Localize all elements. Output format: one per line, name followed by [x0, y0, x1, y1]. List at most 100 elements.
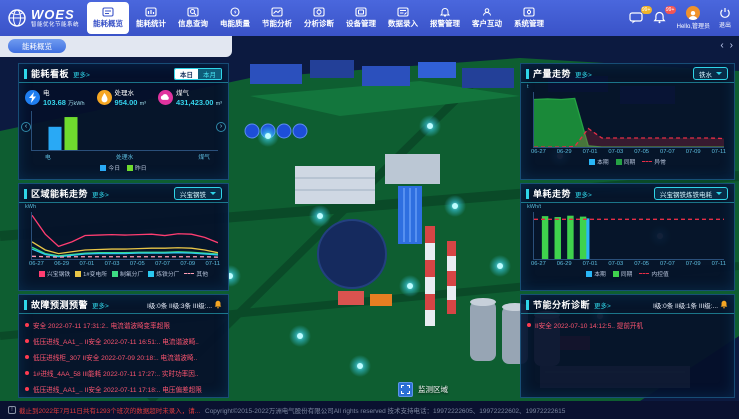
brand-subtitle: 智能优化节能系统 — [31, 23, 79, 29]
metric-gas: 煤气 431,423.00 m³ — [158, 87, 222, 107]
more-link[interactable]: 更多> — [73, 69, 90, 79]
region-trend-panel: 区域能耗走势 更多> 兴宝钢铁 kWh 06-2706-2907-0107-03… — [18, 183, 229, 291]
production-trend-panel: 产量走势 更多> 铁水 t 06-2706-2907-0107-0307-050… — [520, 63, 735, 180]
map-marker[interactable] — [444, 195, 466, 217]
nav-item-energy-stats[interactable]: 能耗统计 — [130, 0, 172, 36]
map-marker[interactable] — [309, 205, 331, 227]
toggle-day[interactable]: 本日 — [175, 69, 198, 79]
alarm-bell-icon — [214, 300, 222, 309]
chart-prev-icon[interactable]: ‹ — [21, 122, 31, 132]
alarm-dot — [527, 323, 531, 327]
panel-title: 单耗走势 — [533, 187, 571, 200]
diagnosis-list: II安全 2022-07-10 14:12:5.. 提前开机 — [521, 314, 734, 336]
panel-title: 节能分析诊断 — [533, 298, 590, 311]
avatar — [686, 6, 700, 20]
footer-copyright: Copyright©2015-2022万洲电气股份有限公司All rights … — [205, 405, 565, 415]
metric-water: 处理水 954.00 m³ — [97, 87, 146, 107]
alerts-button[interactable]: 99+ — [653, 11, 668, 25]
map-marker[interactable] — [289, 325, 311, 347]
carousel-next-icon[interactable]: › — [730, 41, 733, 51]
top-nav: WOES 智能优化节能系统 能耗概览 能耗统计 信息查询 电能质量 节能分析 分… — [0, 0, 739, 36]
status-bar: ! 截止到2022年7月11日共有1293个班次的数据超时未录入，请... Co… — [0, 401, 739, 419]
nav-item-power-quality[interactable]: 电能质量 — [214, 0, 256, 36]
product-select[interactable]: 铁水 — [693, 67, 728, 80]
map-marker[interactable] — [399, 275, 421, 297]
more-link[interactable]: 更多> — [575, 189, 592, 199]
more-link[interactable]: 更多> — [575, 69, 592, 79]
fullscreen-button[interactable] — [398, 382, 413, 397]
y-axis-label: kWh/t — [521, 203, 734, 210]
user-menu[interactable]: Hello,管理员 — [677, 6, 710, 30]
panel-title: 能耗看板 — [31, 67, 69, 80]
alarm-bell-icon — [720, 300, 728, 309]
unit-chart-xaxis: 06-2706-2907-0107-0307-0507-0707-0907-11 — [521, 260, 734, 267]
water-icon — [97, 90, 112, 105]
notice-icon: ! — [8, 406, 16, 414]
power-quality-icon — [229, 7, 241, 17]
region-select[interactable]: 兴宝钢铁 — [174, 187, 222, 200]
nav-item-data-entry[interactable]: 数据录入 — [382, 0, 424, 36]
alarm-item[interactable]: 低压进线柜_307 II安全 2022-07-09 20:18:.. 电流谐波畸… — [25, 349, 222, 365]
nav-item-system[interactable]: 系统管理 — [508, 0, 550, 36]
alarm-item[interactable]: 1#进线_4AA_58 III能耗 2022-07-11 17:27:.. 实时… — [25, 365, 222, 381]
overview-icon — [102, 7, 114, 17]
energy-chart-categories: 电处理水煤气 — [19, 151, 228, 161]
electric-icon — [25, 90, 40, 105]
map-marker[interactable] — [489, 255, 511, 277]
map-marker[interactable] — [349, 355, 371, 377]
unit-metric-select[interactable]: 兴宝钢铁炼铁电耗 — [654, 187, 728, 200]
chevron-down-icon — [716, 72, 722, 75]
nav-item-overview[interactable]: 能耗概览 — [87, 2, 129, 34]
nav-item-customer[interactable]: 客户互动 — [466, 0, 508, 36]
brand-logo: WOES 智能优化节能系统 — [0, 8, 86, 29]
alarm-item[interactable]: 低压进线_AA1_.. II安全 2022-07-11 17:18:.. 电压偏… — [25, 381, 222, 397]
gas-icon — [158, 90, 173, 105]
energy-stats-icon — [145, 7, 157, 17]
map-area-label: 监测区域 — [418, 384, 448, 395]
saving-analysis-icon — [271, 7, 283, 17]
alarm-item[interactable]: II安全 2022-07-10 14:12:5.. 提前开机 — [527, 317, 728, 333]
brand-name: WOES — [31, 8, 79, 21]
alarm-item[interactable]: 低压进线_AA1_.. II安全 2022-07-11 16:51:.. 电流谐… — [25, 333, 222, 349]
carousel-prev-icon[interactable]: ‹ — [720, 41, 723, 51]
messages-button[interactable]: 99+ — [629, 11, 644, 25]
fullscreen-icon — [401, 385, 410, 394]
nav-item-alarm-mgmt[interactable]: 报警管理 — [424, 0, 466, 36]
diagnosis-icon — [313, 7, 325, 17]
unit-chart-legend: 本期同期内控值 — [521, 267, 734, 278]
logout-button[interactable]: 退出 — [719, 7, 731, 29]
alerts-badge: 99+ — [665, 6, 676, 14]
map-marker[interactable] — [419, 115, 441, 137]
alarm-dot — [25, 371, 29, 375]
nav-item-device-mgmt[interactable]: 设备管理 — [340, 0, 382, 36]
nav-item-saving-analysis[interactable]: 节能分析 — [256, 0, 298, 36]
alarm-item[interactable]: 安全 2022-07-11 17:31:2.. 电流谐波畸变率超限 — [25, 317, 222, 333]
saving-diagnosis-panel: 节能分析诊断 更多> I级:0条 II级:1条 III级:... II安全 20… — [520, 294, 735, 398]
globe-icon — [7, 8, 27, 28]
info-query-icon — [187, 7, 199, 17]
panel-title: 产量走势 — [533, 67, 571, 80]
energy-chart-legend: 今日昨日 — [19, 161, 228, 172]
fault-warning-panel: 故障预测预警 更多> I级:0条 II级:3条 III级:... 安全 2022… — [18, 294, 229, 398]
breadcrumb-tab[interactable]: 能耗概览 — [8, 39, 66, 53]
nav-item-diagnosis[interactable]: 分析诊断 — [298, 0, 340, 36]
region-chart-legend: 兴宝钢铁1#变电所制氧分厂炼铁分厂其他 — [19, 267, 228, 278]
panel-accent — [24, 69, 27, 79]
map-marker[interactable] — [257, 125, 279, 147]
more-link[interactable]: 更多> — [92, 300, 109, 310]
alarm-list: 安全 2022-07-11 17:31:2.. 电流谐波畸变率超限 低压进线_A… — [19, 314, 228, 400]
nav-item-info-query[interactable]: 信息查询 — [172, 0, 214, 36]
toggle-month[interactable]: 本月 — [198, 69, 221, 79]
y-axis-label: kWh — [19, 203, 228, 210]
more-link[interactable]: 更多> — [594, 300, 611, 310]
panel-title: 故障预测预警 — [31, 298, 88, 311]
region-line-chart — [31, 212, 218, 260]
y-axis-label: t — [521, 83, 734, 90]
footer-notice[interactable]: 截止到2022年7月11日共有1293个班次的数据超时未录入，请... — [19, 405, 200, 415]
page-carousel: ‹ › — [720, 41, 733, 51]
data-entry-icon — [397, 7, 409, 17]
metrics-row: 电 103.68 万kWh 处理水 954.00 m³ 煤气 431,423.0… — [19, 83, 228, 109]
messages-badge: 99+ — [641, 6, 652, 14]
chart-next-icon[interactable]: › — [216, 122, 226, 132]
more-link[interactable]: 更多> — [92, 189, 109, 199]
